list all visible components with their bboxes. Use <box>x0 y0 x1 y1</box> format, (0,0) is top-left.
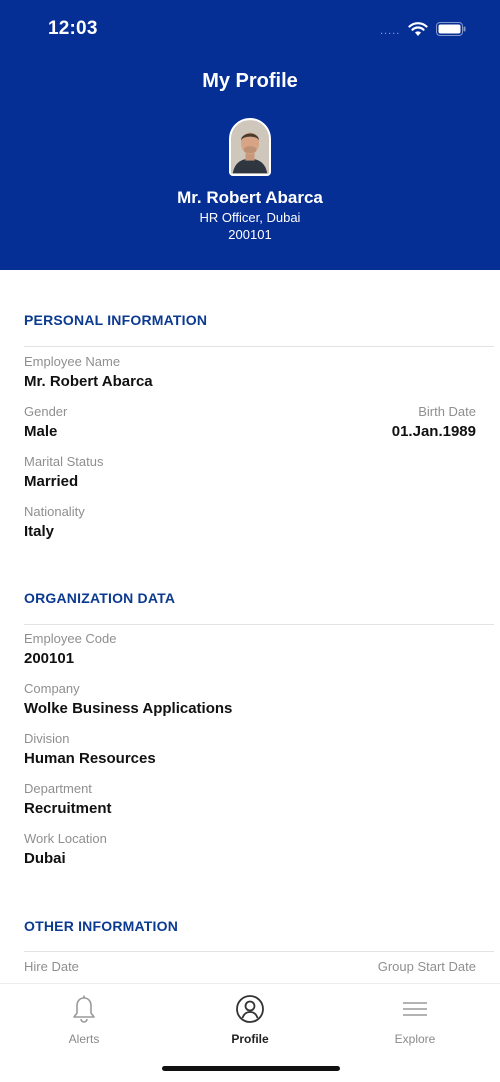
section-title-other: OTHER INFORMATION <box>24 918 179 934</box>
employee-name-value: Mr. Robert Abarca <box>24 373 153 390</box>
profile-icon <box>236 995 264 1023</box>
department-label: Department <box>24 781 92 796</box>
tab-explore[interactable]: Explore <box>355 994 475 1046</box>
profile-name: Mr. Robert Abarca <box>177 188 323 207</box>
menu-icon <box>403 1002 427 1016</box>
divider <box>24 624 494 625</box>
division-label: Division <box>24 731 70 746</box>
avatar[interactable] <box>229 118 271 176</box>
work-location-label: Work Location <box>24 831 107 846</box>
division-value: Human Resources <box>24 750 156 767</box>
birth-date-label: Birth Date <box>418 404 476 419</box>
divider <box>24 346 494 347</box>
hire-date-label: Hire Date <box>24 959 79 974</box>
gender-label: Gender <box>24 404 68 419</box>
group-start-date-label: Group Start Date <box>377 959 476 974</box>
page-title: My Profile <box>202 70 298 92</box>
work-location-value: Dubai <box>24 850 66 867</box>
tab-profile-label: Profile <box>231 1032 269 1046</box>
birth-date-value: 01.Jan.1989 <box>391 423 476 440</box>
employee-code-label: Employee Code <box>24 631 117 646</box>
section-title-organization: ORGANIZATION DATA <box>24 590 176 606</box>
tab-explore-label: Explore <box>394 1032 436 1046</box>
home-indicator[interactable] <box>162 1066 340 1071</box>
battery-icon <box>436 22 466 36</box>
profile-role: HR Officer, Dubai <box>199 210 301 225</box>
nationality-label: Nationality <box>24 504 85 519</box>
profile-content[interactable]: PERSONAL INFORMATION Employee Name Mr. R… <box>0 270 500 983</box>
signal-icon: ..... <box>380 25 401 37</box>
employee-code-value: 200101 <box>24 650 75 667</box>
avatar-photo <box>231 120 269 174</box>
tab-alerts[interactable]: Alerts <box>24 994 144 1046</box>
department-value: Recruitment <box>24 800 112 817</box>
gender-value: Male <box>24 423 58 440</box>
marital-status-value: Married <box>24 473 79 490</box>
profile-header: 12:03 ..... My Profile Mr. Robert Abarca… <box>0 0 500 270</box>
wifi-icon <box>408 22 428 36</box>
company-label: Company <box>24 681 80 696</box>
profile-employee-id: 200101 <box>228 227 272 242</box>
status-bar: 12:03 ..... <box>0 0 500 60</box>
bell-icon <box>73 995 95 1023</box>
company-value: Wolke Business Applications <box>24 700 233 717</box>
section-title-personal: PERSONAL INFORMATION <box>24 312 208 328</box>
nationality-value: Italy <box>24 523 55 540</box>
tab-alerts-label: Alerts <box>68 1032 100 1046</box>
tab-profile[interactable]: Profile <box>190 994 310 1046</box>
status-time: 12:03 <box>48 18 98 39</box>
marital-status-label: Marital Status <box>24 454 104 469</box>
employee-name-label: Employee Name <box>24 354 121 369</box>
divider <box>24 951 494 952</box>
